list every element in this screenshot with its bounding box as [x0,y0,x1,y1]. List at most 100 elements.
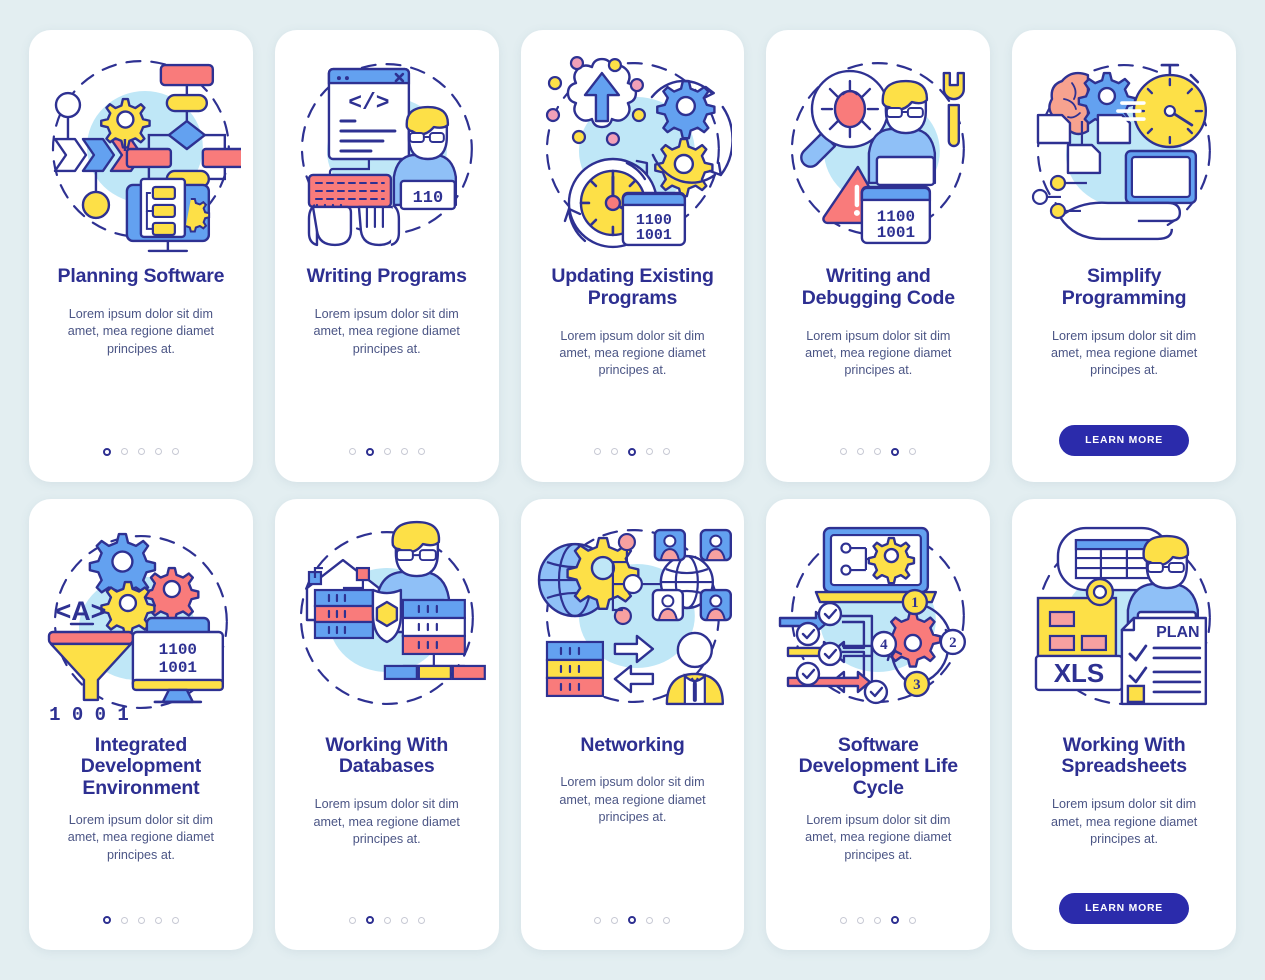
pagination-dot-3[interactable] [874,916,882,924]
onboarding-card-integrated-development-environment[interactable]: <A> 1 0 0 1 1100 1001 Integrated Develop… [29,498,253,950]
pagination-dots[interactable] [348,447,425,456]
pagination-dot-2[interactable] [611,448,619,455]
card-description: Lorem ipsum dolor sit dim amet, mea regi… [67,306,215,356]
illustration-spreadsheet-xls-plan-developer-icon: XLS PLAN [1024,507,1224,735]
onboarding-card-planning-software[interactable]: Planning Software Lorem ipsum dolor sit … [29,30,253,482]
svg-text:<A>: <A> [55,596,106,626]
pagination-dots[interactable] [840,916,917,924]
pagination-dot-2[interactable] [120,448,128,455]
pagination-dot-1[interactable] [594,916,602,924]
pagination-dot-3[interactable] [628,447,637,456]
card-description: Lorem ipsum dolor sit dim amet, mea regi… [805,328,952,378]
learn-more-button[interactable]: LEARN MORE [1059,424,1190,456]
svg-text:1001: 1001 [636,228,672,244]
card-description: Lorem ipsum dolor sit dim amet, mea regi… [313,306,460,356]
card-title: Planning Software [57,265,225,287]
pagination-dot-4[interactable] [891,916,900,924]
card-description: Lorem ipsum dolor sit dim amet, mea regi… [559,328,706,378]
card-description: Lorem ipsum dolor sit dim amet, mea regi… [805,812,952,862]
pagination-dot-1[interactable] [102,916,111,924]
onboarding-card-working-with-spreadsheets[interactable]: XLS PLAN Working With Spreadsheets Lorem… [1012,498,1236,950]
pagination-dot-4[interactable] [646,448,654,455]
pagination-dot-5[interactable] [417,448,425,455]
pagination-dot-5[interactable] [417,916,425,924]
pagination-dot-5[interactable] [909,916,917,924]
pagination-dot-4[interactable] [400,448,408,455]
svg-text:</>: </> [348,90,389,116]
illustration-upgrade-arrow-gears-clock-icon: 1100 1001 [533,38,733,266]
svg-text:2: 2 [949,634,956,650]
svg-text:1100: 1100 [159,640,197,658]
card-description: Lorem ipsum dolor sit dim amet, mea regi… [1050,797,1198,846]
card-title: Integrated Development Environment [80,733,202,800]
pagination-dots[interactable] [102,916,179,924]
pagination-dot-2[interactable] [611,916,619,924]
pagination-dot-5[interactable] [171,916,179,924]
pagination-dot-2[interactable] [857,448,865,455]
svg-text:PLAN: PLAN [1156,623,1199,640]
card-description: Lorem ipsum dolor sit dim amet, mea regi… [313,797,460,846]
svg-text:4: 4 [881,636,889,652]
onboarding-card-writing-programs[interactable]: </> 110 Writing Programs Lorem ipsum dol… [274,30,499,482]
card-description: Lorem ipsum dolor sit dim amet, mea regi… [559,775,706,825]
pagination-dot-4[interactable] [400,916,408,924]
pagination-dot-1[interactable] [840,448,848,455]
pagination-dot-3[interactable] [383,448,391,455]
pagination-dot-2[interactable] [120,916,128,924]
card-description: Lorem ipsum dolor sit dim amet, mea regi… [1050,328,1198,378]
onboarding-card-networking[interactable]: Networking Lorem ipsum dolor sit dim ame… [520,498,745,950]
pagination-dot-5[interactable] [171,448,179,455]
illustration-flowchart-gear-monitor-icon [41,38,241,266]
pagination-dot-2[interactable] [365,916,374,924]
onboarding-card-simplify-programming[interactable]: Simplify Programming Lorem ipsum dolor s… [1012,30,1236,482]
onboarding-card-updating-existing-programs[interactable]: 1100 1001 Updating Existing Programs Lor… [520,30,745,482]
pagination-dot-2[interactable] [857,916,865,924]
pagination-dot-3[interactable] [628,916,637,924]
onboarding-card-working-with-databases[interactable]: Working With Databases Lorem ipsum dolor… [274,498,499,950]
illustration-laptop-checklist-cycle-gear-icon: 1 2 3 4 [778,507,978,735]
pagination-dots[interactable] [594,916,671,924]
onboarding-card-software-development-life-cycle[interactable]: 1 2 3 4 Software Development Life Cycle … [766,498,991,950]
pagination-dot-4[interactable] [646,916,654,924]
pagination-dot-3[interactable] [137,916,145,924]
pagination-dot-1[interactable] [102,447,111,456]
pagination-dot-4[interactable] [154,448,162,455]
card-title: Simplify Programming [1061,265,1187,309]
illustration-database-servers-shield-developer-icon [287,507,487,735]
pagination-dot-4[interactable] [154,916,162,924]
onboarding-card-grid: Planning Software Lorem ipsum dolor sit … [0,0,1265,980]
learn-more-button[interactable]: LEARN MORE [1059,893,1190,924]
pagination-dot-1[interactable] [840,916,848,924]
pagination-dots[interactable] [840,447,917,456]
pagination-dot-3[interactable] [874,448,882,455]
pagination-dot-4[interactable] [891,447,900,456]
svg-text:1: 1 [912,595,919,611]
card-title: Software Development Life Cycle [798,733,959,800]
svg-text:110: 110 [412,189,443,208]
pagination-dot-1[interactable] [348,448,356,455]
illustration-bug-magnifier-developer-wrench-icon: 1100 1001 [778,38,978,266]
pagination-dot-3[interactable] [137,448,145,455]
onboarding-card-writing-and-debugging-code[interactable]: 1100 1001 Writing and Debugging Code Lor… [766,30,991,482]
pagination-dot-5[interactable] [663,916,671,924]
svg-text:XLS: XLS [1054,657,1105,687]
pagination-dot-5[interactable] [663,448,671,455]
card-description: Lorem ipsum dolor sit dim amet, mea regi… [67,812,215,862]
pagination-dot-1[interactable] [348,916,356,924]
svg-text:1100: 1100 [636,213,672,229]
illustration-code-window-keyboard-developer-icon: </> 110 [287,38,487,266]
pagination-dots[interactable] [594,447,671,456]
pagination-dot-2[interactable] [365,447,374,456]
svg-text:1001: 1001 [159,658,197,676]
card-title: Networking [580,733,685,756]
pagination-dot-5[interactable] [909,448,917,455]
card-title: Working With Spreadsheets [1061,733,1187,778]
pagination-dots[interactable] [102,447,179,456]
pagination-dots[interactable] [348,916,425,924]
illustration-globe-gear-users-server-exchange-icon [533,507,733,735]
pagination-dot-1[interactable] [594,448,602,455]
card-title: Working With Databases [325,733,449,778]
pagination-dot-3[interactable] [383,916,391,924]
illustration-brain-gear-stopwatch-hand-monitor-icon [1024,38,1224,266]
card-title: Updating Existing Programs [551,265,714,309]
